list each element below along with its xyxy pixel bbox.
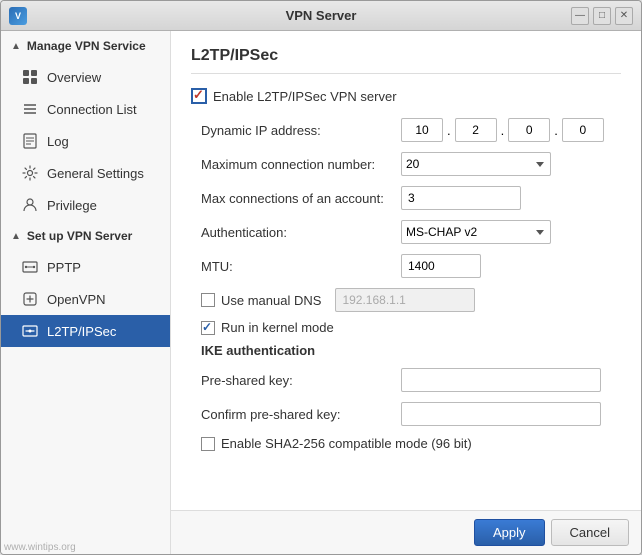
- sidebar-item-l2tp[interactable]: L2TP/IPSec: [1, 315, 170, 347]
- use-manual-dns-checkbox[interactable]: [201, 293, 215, 307]
- ip-octet-2[interactable]: [455, 118, 497, 142]
- max-connections-control: 20: [401, 152, 621, 176]
- enable-row: Enable L2TP/IPSec VPN server: [191, 88, 621, 104]
- sha2-checkbox[interactable]: [201, 437, 215, 451]
- panel-title: L2TP/IPSec: [191, 47, 621, 74]
- enable-text: Enable L2TP/IPSec VPN server: [213, 89, 397, 104]
- confirm-psk-row: Confirm pre-shared key:: [191, 402, 621, 426]
- confirm-psk-input[interactable]: [401, 402, 601, 426]
- main-panel: L2TP/IPSec Enable L2TP/IPSec VPN server …: [171, 31, 641, 554]
- max-connections-select[interactable]: 20: [401, 152, 551, 176]
- run-kernel-checkbox[interactable]: [201, 321, 215, 335]
- max-account-row: Max connections of an account:: [191, 186, 621, 210]
- user-icon: [21, 196, 39, 214]
- general-settings-label: General Settings: [47, 166, 144, 181]
- auth-row: Authentication: MS-CHAP v2: [191, 220, 621, 244]
- psk-control: [401, 368, 621, 392]
- sidebar-item-overview[interactable]: Overview: [1, 61, 170, 93]
- ip-octet-1[interactable]: [401, 118, 443, 142]
- panel-content: L2TP/IPSec Enable L2TP/IPSec VPN server …: [171, 31, 641, 510]
- dynamic-ip-row: Dynamic IP address: . . .: [191, 118, 621, 142]
- ip-octet-4[interactable]: [562, 118, 604, 142]
- run-kernel-label[interactable]: Run in kernel mode: [201, 320, 334, 335]
- overview-label: Overview: [47, 70, 101, 85]
- log-label: Log: [47, 134, 69, 149]
- sidebar-item-log[interactable]: Log: [1, 125, 170, 157]
- max-connections-row: Maximum connection number: 20: [191, 152, 621, 176]
- openvpn-icon: [21, 290, 39, 308]
- minimize-button[interactable]: —: [571, 7, 589, 25]
- sidebar-item-pptp[interactable]: PPTP: [1, 251, 170, 283]
- dynamic-ip-label: Dynamic IP address:: [201, 123, 401, 138]
- sidebar-item-connection-list[interactable]: Connection List: [1, 93, 170, 125]
- use-manual-dns-row: Use manual DNS: [191, 288, 621, 312]
- psk-row: Pre-shared key:: [191, 368, 621, 392]
- privilege-label: Privilege: [47, 198, 97, 213]
- l2tp-icon: [21, 322, 39, 340]
- auth-wrapper: MS-CHAP v2: [401, 220, 551, 244]
- use-manual-dns-label[interactable]: Use manual DNS: [201, 288, 475, 312]
- auth-label: Authentication:: [201, 225, 401, 240]
- max-account-input[interactable]: [401, 186, 521, 210]
- sidebar-section-setup[interactable]: ▲ Set up VPN Server: [1, 221, 170, 251]
- sidebar-section-manage[interactable]: ▲ Manage VPN Service: [1, 31, 170, 61]
- cancel-button[interactable]: Cancel: [551, 519, 629, 546]
- sidebar-item-openvpn[interactable]: OpenVPN: [1, 283, 170, 315]
- maximize-button[interactable]: □: [593, 7, 611, 25]
- ip-fields: . . .: [401, 118, 621, 142]
- sidebar-item-general-settings[interactable]: General Settings: [1, 157, 170, 189]
- mtu-control: [401, 254, 621, 278]
- sidebar: ▲ Manage VPN Service Overview: [1, 31, 171, 554]
- confirm-psk-control: [401, 402, 621, 426]
- connection-list-label: Connection List: [47, 102, 137, 117]
- gear-icon: [21, 164, 39, 182]
- pptp-icon: [21, 258, 39, 276]
- pptp-label: PPTP: [47, 260, 81, 275]
- app-icon: V: [9, 7, 27, 25]
- max-account-control: [401, 186, 621, 210]
- max-connections-label: Maximum connection number:: [201, 157, 401, 172]
- chevron-up-icon: ▲: [11, 41, 21, 52]
- close-button[interactable]: ✕: [615, 7, 633, 25]
- panel-footer: Apply Cancel: [171, 510, 641, 554]
- auth-select[interactable]: MS-CHAP v2: [401, 220, 551, 244]
- sidebar-item-privilege[interactable]: Privilege: [1, 189, 170, 221]
- connection-icon: [21, 100, 39, 118]
- run-kernel-row: Run in kernel mode: [191, 320, 621, 335]
- max-connections-wrapper: 20: [401, 152, 551, 176]
- mtu-input[interactable]: [401, 254, 481, 278]
- enable-label[interactable]: Enable L2TP/IPSec VPN server: [191, 88, 397, 104]
- sha2-label[interactable]: Enable SHA2-256 compatible mode (96 bit): [201, 436, 472, 451]
- overview-icon: [21, 68, 39, 86]
- log-icon: [21, 132, 39, 150]
- psk-input[interactable]: [401, 368, 601, 392]
- max-account-label: Max connections of an account:: [201, 191, 401, 206]
- mtu-label: MTU:: [201, 259, 401, 274]
- chevron-up-icon-2: ▲: [11, 231, 21, 242]
- title-bar: V VPN Server — □ ✕: [1, 1, 641, 31]
- auth-control: MS-CHAP v2: [401, 220, 621, 244]
- enable-checkbox[interactable]: [191, 88, 207, 104]
- ip-octet-3[interactable]: [508, 118, 550, 142]
- confirm-psk-label: Confirm pre-shared key:: [201, 407, 401, 422]
- psk-label: Pre-shared key:: [201, 373, 401, 388]
- mtu-row: MTU:: [191, 254, 621, 278]
- ip-dot-1: .: [445, 123, 453, 138]
- apply-button[interactable]: Apply: [474, 519, 545, 546]
- ip-dot-3: .: [552, 123, 560, 138]
- window-controls: — □ ✕: [571, 7, 633, 25]
- ip-dot-2: .: [499, 123, 507, 138]
- l2tp-label: L2TP/IPSec: [47, 324, 116, 339]
- manage-section-label: Manage VPN Service: [27, 39, 146, 53]
- vpn-server-window: V VPN Server — □ ✕ ▲ Manage VPN Service: [0, 0, 642, 555]
- ike-section-label: IKE authentication: [191, 343, 621, 358]
- window-title: VPN Server: [286, 8, 357, 23]
- content-area: ▲ Manage VPN Service Overview: [1, 31, 641, 554]
- openvpn-label: OpenVPN: [47, 292, 106, 307]
- setup-section-label: Set up VPN Server: [27, 229, 132, 243]
- dns-ip-input[interactable]: [335, 288, 475, 312]
- sha2-row: Enable SHA2-256 compatible mode (96 bit): [191, 436, 621, 451]
